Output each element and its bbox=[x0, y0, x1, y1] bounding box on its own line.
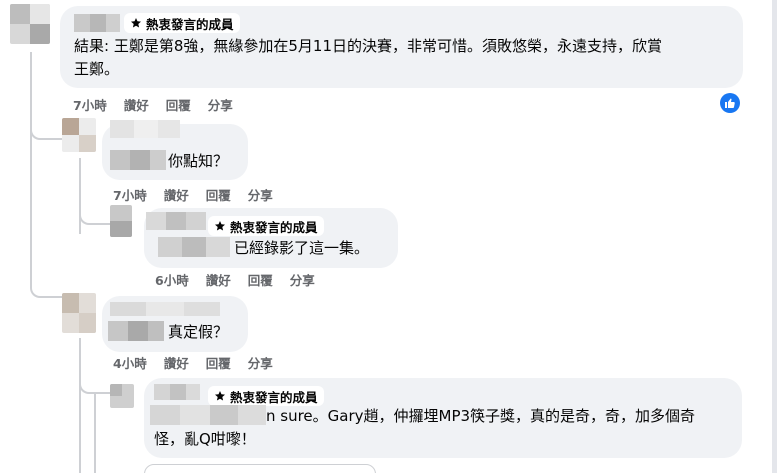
member-badge-label: 熱衷發言的成員 bbox=[146, 16, 234, 32]
comment-text: n sure。Gary趙，仲攞埋MP3筷子獎，真的是奇，奇，加多個奇 怪，亂Q咁… bbox=[154, 405, 734, 451]
thread-connector bbox=[79, 205, 111, 225]
member-badge: 熱衷發言的成員 bbox=[208, 386, 324, 406]
member-badge-label: 熱衷發言的成員 bbox=[230, 219, 318, 235]
author-name-blurred bbox=[158, 237, 230, 257]
thread-connector bbox=[30, 260, 64, 298]
member-badge: 熱衷發言的成員 bbox=[208, 216, 324, 236]
comment-text: 結果: 王鄭是第8強，無緣參加在5月11日的決賽，非常可惜。須敗悠榮，永遠支持，… bbox=[74, 35, 734, 81]
member-badge: 熱衷發言的成員 bbox=[124, 13, 240, 33]
comment-text: 已經錄影了這一集。 bbox=[234, 239, 370, 257]
avatar[interactable] bbox=[10, 4, 50, 44]
thread-line bbox=[79, 338, 81, 473]
author-name-blurred[interactable] bbox=[74, 14, 120, 32]
star-icon bbox=[215, 391, 225, 401]
author-name-blurred[interactable] bbox=[110, 302, 220, 316]
author-name-blurred bbox=[108, 321, 164, 341]
like-reaction-icon[interactable] bbox=[720, 93, 740, 113]
thread-connector bbox=[30, 118, 64, 140]
avatar[interactable] bbox=[62, 118, 96, 152]
comment-time[interactable]: 4小時 bbox=[113, 353, 147, 372]
comment-actions: 6小時 讚好 回覆 分享 bbox=[155, 270, 315, 289]
comment-actions: 4小時 讚好 回覆 分享 bbox=[113, 353, 273, 372]
like-button[interactable]: 讚好 bbox=[164, 353, 189, 372]
thread-line bbox=[30, 52, 32, 262]
thread-line bbox=[79, 158, 81, 234]
comment-text-line: 結果: 王鄭是第8強，無緣參加在5月11日的決賽，非常可惜。須敗悠榮，永遠支持，… bbox=[74, 37, 662, 55]
comment-text-line: 王鄭。 bbox=[74, 60, 120, 78]
reply-button[interactable]: 回覆 bbox=[248, 270, 273, 289]
like-button[interactable]: 讚好 bbox=[206, 270, 231, 289]
comment-actions: 7小時 讚好 回覆 分享 bbox=[73, 95, 233, 114]
reply-button[interactable]: 回覆 bbox=[206, 185, 231, 204]
star-icon bbox=[131, 18, 141, 28]
avatar[interactable] bbox=[62, 293, 96, 333]
member-badge-label: 熱衷發言的成員 bbox=[230, 389, 318, 405]
share-button[interactable]: 分享 bbox=[290, 270, 315, 289]
reply-input-box[interactable] bbox=[144, 464, 376, 473]
share-button[interactable]: 分享 bbox=[248, 185, 273, 204]
comment-text: 你點知？ bbox=[168, 152, 229, 170]
thread-connector bbox=[79, 380, 111, 394]
comment-text: 真定假？ bbox=[168, 323, 229, 341]
avatar[interactable] bbox=[110, 205, 132, 237]
comment-actions: 7小時 讚好 回覆 分享 bbox=[113, 185, 273, 204]
share-button[interactable]: 分享 bbox=[208, 95, 233, 114]
avatar[interactable] bbox=[110, 384, 134, 408]
author-name-blurred[interactable] bbox=[146, 212, 206, 230]
author-name-blurred[interactable] bbox=[154, 384, 200, 400]
star-icon bbox=[215, 221, 225, 231]
reply-button[interactable]: 回覆 bbox=[166, 95, 191, 114]
author-name-blurred bbox=[110, 150, 166, 170]
like-button[interactable]: 讚好 bbox=[124, 95, 149, 114]
comment-time[interactable]: 7小時 bbox=[73, 95, 107, 114]
comment-text-line: 怪，亂Q咁嚟！ bbox=[154, 430, 256, 448]
like-button[interactable]: 讚好 bbox=[164, 185, 189, 204]
scrollbar[interactable] bbox=[772, 0, 777, 473]
comment-time[interactable]: 6小時 bbox=[155, 270, 189, 289]
share-button[interactable]: 分享 bbox=[248, 353, 273, 372]
reply-button[interactable]: 回覆 bbox=[206, 353, 231, 372]
comment-text-line: n sure。Gary趙，仲攞埋MP3筷子獎，真的是奇，奇，加多個奇 bbox=[266, 407, 696, 425]
thread-line bbox=[94, 394, 96, 473]
comment-time[interactable]: 7小時 bbox=[113, 185, 147, 204]
author-name-blurred[interactable] bbox=[110, 120, 180, 138]
